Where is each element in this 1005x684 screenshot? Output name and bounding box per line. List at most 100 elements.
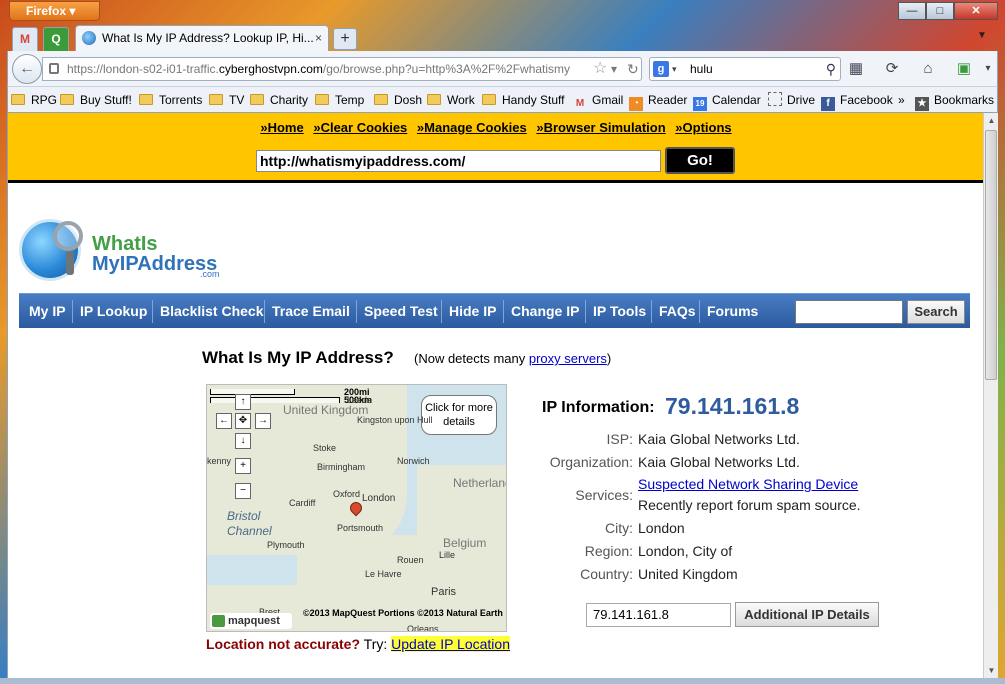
location-accuracy-row: Location not accurate? Try: Update IP Lo…: [206, 636, 510, 652]
proxy-link-home[interactable]: »Home: [260, 120, 303, 135]
folder-icon: [427, 94, 441, 105]
update-ip-location-link[interactable]: Update IP Location: [391, 636, 510, 652]
tab-close-icon[interactable]: ×: [315, 31, 322, 45]
map-city-label: Kingston upon Hull: [357, 415, 433, 425]
search-bar[interactable]: g ▾ hulu ⚲: [649, 57, 841, 81]
nav-forums[interactable]: Forums: [707, 294, 758, 329]
proxy-link-clear-cookies[interactable]: »Clear Cookies: [313, 120, 407, 135]
proxy-link-browser-simulation[interactable]: »Browser Simulation: [536, 120, 665, 135]
logo-text-myipaddress[interactable]: MyIPAddress: [92, 253, 217, 276]
country-label: Country:: [580, 566, 633, 582]
folder-icon: [374, 94, 388, 105]
nav-ip-tools[interactable]: IP Tools: [593, 294, 646, 329]
search-input[interactable]: hulu: [690, 62, 713, 76]
nav-change-ip[interactable]: Change IP: [511, 294, 579, 329]
bookmark-handy-stuff[interactable]: Handy Stuff: [482, 92, 564, 110]
map-center-button[interactable]: ✥: [235, 413, 251, 429]
gmail-icon: M: [575, 98, 585, 109]
nav-ip-lookup[interactable]: IP Lookup: [80, 294, 147, 329]
site-search-input[interactable]: [795, 300, 903, 324]
site-search-button[interactable]: Search: [907, 300, 965, 324]
close-window-button[interactable]: ✕: [954, 2, 998, 20]
bookmark-charity[interactable]: Charity: [250, 92, 308, 110]
bookmarks-menu[interactable]: ★ Bookmarks: [915, 92, 994, 111]
url-bar[interactable]: https://london-s02-i01-traffic.cyberghos…: [42, 57, 642, 81]
nav-hide-ip[interactable]: Hide IP: [449, 294, 496, 329]
reload-icon[interactable]: ↻: [627, 58, 639, 80]
page-viewport: »Home »Clear Cookies »Manage Cookies »Br…: [7, 113, 983, 678]
ip-lookup-input[interactable]: 79.141.161.8: [586, 603, 731, 627]
bookmark-drive[interactable]: Drive: [768, 92, 815, 110]
bookmark-facebook[interactable]: f Facebook: [821, 92, 893, 111]
bookmark-calendar[interactable]: 19 Calendar: [693, 92, 761, 111]
go-button[interactable]: Go!: [665, 147, 735, 174]
map-pan-right-button[interactable]: →: [255, 413, 271, 429]
bookmark-work[interactable]: Work: [427, 92, 475, 110]
firefox-menu-button[interactable]: Firefox ▾: [9, 1, 100, 21]
nav-faqs[interactable]: FAQs: [659, 294, 696, 329]
isp-value: Kaia Global Networks Ltd.: [638, 431, 800, 447]
services-value-link[interactable]: Suspected Network Sharing Device: [638, 476, 858, 492]
map-city-label: London: [362, 493, 396, 504]
map-city-label: Norwich: [397, 456, 430, 466]
home-icon[interactable]: ⌂: [918, 59, 938, 79]
proxy-servers-link[interactable]: proxy servers: [529, 351, 607, 366]
location-map[interactable]: 200mi 500km ↑ ← ✥ → ↓ + − Click for more…: [206, 384, 507, 632]
bookmark-rpg[interactable]: RPG: [11, 92, 57, 110]
nav-divider: [264, 300, 265, 323]
map-country-label: Netherlands: [453, 476, 506, 490]
minimize-button[interactable]: —: [898, 2, 926, 20]
search-icon[interactable]: ⚲: [826, 58, 836, 80]
pinned-tab-gmail[interactable]: M: [12, 27, 38, 51]
bookmark-tv[interactable]: TV: [209, 92, 244, 110]
search-engine-dropdown-icon[interactable]: ▾: [672, 58, 677, 80]
pinned-tab-app[interactable]: Q: [43, 27, 69, 51]
bookmarks-overflow-chevron[interactable]: »: [898, 92, 905, 110]
organization-label: Organization:: [549, 454, 633, 470]
nav-divider: [503, 300, 504, 323]
nav-trace-email[interactable]: Trace Email: [272, 294, 350, 329]
bookmark-dosh[interactable]: Dosh: [374, 92, 422, 110]
bookmark-star-icon[interactable]: ☆: [593, 58, 607, 80]
tab-title: What Is My IP Address? Lookup IP, Hi...: [102, 31, 314, 45]
scroll-down-arrow-icon[interactable]: ▼: [984, 663, 999, 678]
bookmark-buy-stuff[interactable]: Buy Stuff!: [60, 92, 132, 110]
apps-grid-icon[interactable]: ▦: [846, 59, 866, 79]
map-country-label: United Kingdom: [283, 403, 369, 417]
map-pan-left-button[interactable]: ←: [216, 413, 232, 429]
google-icon[interactable]: g: [653, 61, 669, 77]
url-history-dropdown-icon[interactable]: ▾: [611, 58, 617, 80]
nav-speed-test[interactable]: Speed Test: [364, 294, 438, 329]
map-zoom-out-button[interactable]: −: [235, 483, 251, 499]
bookmark-torrents[interactable]: Torrents: [139, 92, 202, 110]
scrollbar-thumb[interactable]: [985, 130, 997, 380]
map-city-label: Birmingham: [317, 462, 366, 472]
city-value: London: [638, 520, 685, 536]
map-pan-down-button[interactable]: ↓: [235, 433, 251, 449]
active-tab[interactable]: What Is My IP Address? Lookup IP, Hi... …: [75, 25, 329, 51]
vertical-scrollbar[interactable]: ▲ ▼: [983, 113, 998, 678]
toolbar-menu-icon[interactable]: ▾: [978, 59, 998, 79]
proxy-link-manage-cookies[interactable]: »Manage Cookies: [417, 120, 527, 135]
map-city-label: Stoke: [313, 443, 337, 453]
map-pan-up-button[interactable]: ↑: [235, 394, 251, 410]
proxy-link-options[interactable]: »Options: [675, 120, 731, 135]
folder-icon: [209, 94, 223, 105]
bookmark-reader[interactable]: ◔ Reader: [629, 92, 687, 111]
maximize-button[interactable]: □: [926, 2, 954, 20]
nav-blacklist-check[interactable]: Blacklist Check: [160, 294, 264, 329]
back-button[interactable]: ←: [12, 54, 42, 84]
proxy-url-input[interactable]: http://whatismyipaddress.com/: [256, 150, 661, 172]
addon-icon[interactable]: ▣: [954, 59, 974, 79]
sync-icon[interactable]: ⟳: [882, 59, 902, 79]
map-zoom-in-button[interactable]: +: [235, 458, 251, 474]
nav-my-ip[interactable]: My IP: [29, 294, 66, 329]
location-question: Location not accurate?: [206, 636, 361, 652]
proxy-links: »Home »Clear Cookies »Manage Cookies »Br…: [8, 120, 983, 135]
scroll-up-arrow-icon[interactable]: ▲: [984, 113, 999, 128]
bookmark-temp[interactable]: Temp: [315, 92, 364, 110]
new-tab-button[interactable]: +: [333, 28, 357, 50]
bookmark-gmail[interactable]: M Gmail: [573, 92, 624, 110]
additional-ip-details-button[interactable]: Additional IP Details: [735, 602, 879, 627]
tab-list-dropdown-icon[interactable]: ▼: [977, 30, 987, 41]
